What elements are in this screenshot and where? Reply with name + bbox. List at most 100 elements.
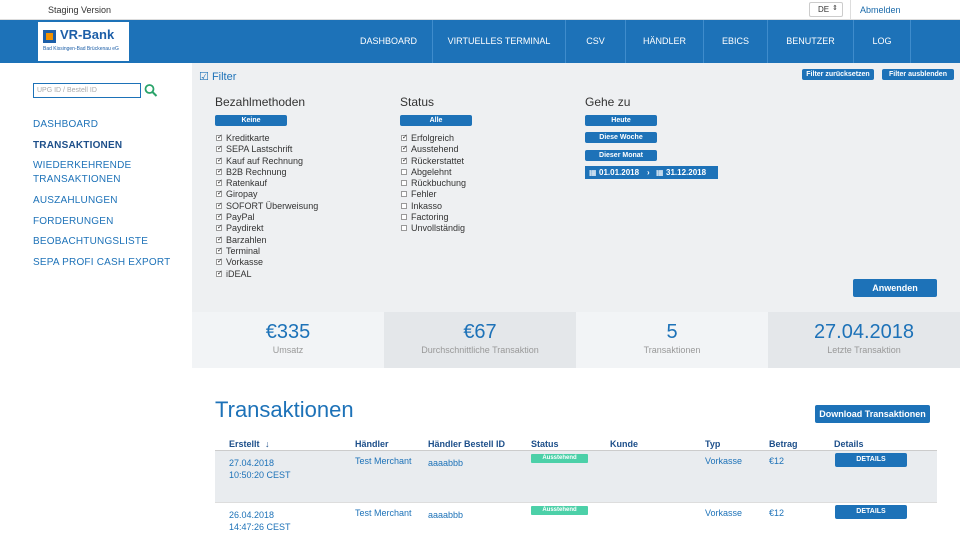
language-select[interactable]: DE ⇕ [809, 2, 843, 17]
search-input[interactable]: UPG ID / Bestell ID [33, 83, 141, 98]
checkbox-unchecked-icon[interactable] [401, 180, 407, 187]
sidebar-item-payouts[interactable]: AUSZAHLUNGEN [33, 194, 118, 208]
checkbox-checked-icon[interactable] [216, 143, 223, 155]
filter-title[interactable]: ☑ Filter [199, 70, 236, 83]
payment-option[interactable]: Ratenkauf [216, 177, 318, 189]
sidebar-item-transactions[interactable]: TRANSAKTIONEN [33, 139, 122, 153]
status-option[interactable]: Unvollständig [401, 223, 466, 234]
amount-cell: €12 [769, 508, 785, 518]
checkbox-checked-icon[interactable] [216, 155, 223, 166]
payment-option[interactable]: Kreditkarte [216, 132, 318, 144]
table-row[interactable]: 27.04.2018 10:50:20 CEST Test Merchant a… [215, 451, 937, 502]
logo-name: VR-Bank [60, 27, 115, 42]
reset-filter-button[interactable]: Filter zurücksetzen [802, 69, 874, 80]
checkbox-checked-icon[interactable] [216, 245, 223, 256]
nav-virtual-terminal[interactable]: VIRTUELLES TERMINAL [433, 20, 566, 63]
filter-title-label: Filter [211, 71, 237, 83]
checkbox-unchecked-icon[interactable] [401, 168, 407, 175]
search-icon[interactable] [144, 83, 158, 98]
filter-panel: ☑ Filter Filter zurücksetzen Filter ausb… [192, 63, 960, 312]
payment-option[interactable]: Paydirekt [216, 222, 318, 234]
date-from[interactable]: 01.01.2018 [599, 168, 639, 177]
payment-option-label: PayPal [226, 212, 255, 223]
this-month-button[interactable]: Dieser Monat [585, 150, 657, 161]
status-option-label: Rückbuchung [411, 178, 467, 189]
checkbox-checked-icon[interactable] [216, 166, 223, 177]
logout-link[interactable]: Abmelden [860, 5, 901, 15]
nav-users[interactable]: BENUTZER [768, 20, 854, 63]
payment-option[interactable]: Barzahlen [216, 234, 318, 246]
nav-ebics[interactable]: EBICS [704, 20, 768, 63]
payment-option[interactable]: B2B Rechnung [216, 166, 318, 178]
table-row[interactable]: 26.04.2018 14:47:26 CEST Test Merchant a… [215, 502, 937, 548]
details-button[interactable]: DETAILS [835, 453, 907, 467]
sidebar-item-sepa-export[interactable]: SEPA PROFI CASH EXPORT [33, 256, 170, 270]
payment-option[interactable]: Vorkasse [216, 256, 318, 268]
status-options: ErfolgreichAusstehendRückerstattetAbgele… [401, 132, 466, 235]
payment-option[interactable]: Terminal [216, 245, 318, 257]
checkbox-unchecked-icon[interactable] [401, 214, 407, 221]
download-transactions-button[interactable]: Download Transaktionen [815, 405, 930, 423]
checkbox-unchecked-icon[interactable] [401, 202, 407, 209]
merchant-cell: Test Merchant [355, 456, 412, 466]
arrow-down-icon: ↓ [265, 439, 270, 449]
checkbox-checked-icon[interactable] [216, 222, 223, 234]
checkbox-checked-icon[interactable] [216, 256, 223, 268]
payment-none-button[interactable]: Keine [215, 115, 287, 126]
status-option[interactable]: Abgelehnt [401, 167, 466, 178]
apply-button[interactable]: Anwenden [853, 279, 937, 297]
bank-logo[interactable]: VR-Bank Bad Kissingen-Bad Brückenau eG [38, 22, 129, 61]
updown-icon: ⇕ [832, 5, 838, 12]
nav-dashboard[interactable]: DASHBOARD [345, 20, 433, 63]
sidebar-item-recurring[interactable]: WIEDERKEHRENDE TRANSAKTIONEN [33, 159, 131, 187]
payment-option[interactable]: Kauf auf Rechnung [216, 155, 318, 167]
status-option[interactable]: Rückbuchung [401, 178, 466, 189]
check-square-icon: ☑ [199, 71, 209, 83]
checkbox-checked-icon[interactable] [401, 155, 408, 166]
stat-count: 5 Transaktionen [576, 312, 768, 368]
date-range-picker[interactable]: ▦ 01.01.2018 › ▦ 31.12.2018 [585, 166, 718, 179]
status-option[interactable]: Fehler [401, 189, 466, 200]
sidebar-item-dashboard[interactable]: DASHBOARD [33, 118, 98, 132]
stat-average: €67 Durchschnittliche Transaktion [384, 312, 576, 368]
payment-option[interactable]: Giropay [216, 188, 318, 200]
checkbox-checked-icon[interactable] [216, 188, 223, 200]
status-option[interactable]: Rückerstattet [401, 155, 466, 167]
checkbox-checked-icon[interactable] [401, 132, 408, 143]
nav-csv[interactable]: CSV [566, 20, 626, 63]
checkbox-unchecked-icon[interactable] [401, 191, 407, 198]
stat-label: Durchschnittliche Transaktion [421, 345, 539, 355]
checkbox-unchecked-icon[interactable] [401, 225, 407, 232]
checkbox-checked-icon[interactable] [216, 268, 223, 279]
created-date: 26.04.2018 [229, 510, 275, 520]
status-option[interactable]: Inkasso [401, 201, 466, 212]
this-week-button[interactable]: Diese Woche [585, 132, 657, 143]
nav-merchants[interactable]: HÄNDLER [626, 20, 704, 63]
hide-filter-button[interactable]: Filter ausblenden [882, 69, 954, 80]
today-button[interactable]: Heute [585, 115, 657, 126]
details-button[interactable]: DETAILS [835, 505, 907, 519]
status-badge: Ausstehend [531, 454, 588, 463]
checkbox-checked-icon[interactable] [216, 177, 223, 188]
status-all-button[interactable]: Alle [400, 115, 472, 126]
status-option[interactable]: Ausstehend [401, 143, 466, 155]
column-header-created[interactable]: Erstellt ↓ [229, 439, 270, 449]
checkbox-checked-icon[interactable] [216, 132, 223, 143]
sidebar-item-watchlist[interactable]: BEOBACHTUNGSLISTE [33, 235, 148, 249]
payment-option[interactable]: SOFORT Überweisung [216, 200, 318, 212]
date-to[interactable]: 31.12.2018 [666, 168, 706, 177]
payment-option-label: Ratenkauf [226, 178, 268, 189]
payment-option[interactable]: PayPal [216, 211, 318, 223]
payment-option[interactable]: SEPA Lastschrift [216, 143, 318, 155]
payment-option-label: Vorkasse [226, 257, 264, 268]
status-option[interactable]: Factoring [401, 212, 466, 223]
checkbox-checked-icon[interactable] [401, 143, 408, 155]
nav-log[interactable]: LOG [854, 20, 911, 63]
checkbox-checked-icon[interactable] [216, 211, 223, 222]
checkbox-checked-icon[interactable] [216, 234, 223, 245]
status-option[interactable]: Erfolgreich [401, 132, 466, 144]
checkbox-checked-icon[interactable] [216, 200, 223, 211]
payment-option[interactable]: iDEAL [216, 268, 318, 280]
status-option-label: Inkasso [411, 200, 443, 211]
sidebar-item-claims[interactable]: FORDERUNGEN [33, 215, 114, 229]
